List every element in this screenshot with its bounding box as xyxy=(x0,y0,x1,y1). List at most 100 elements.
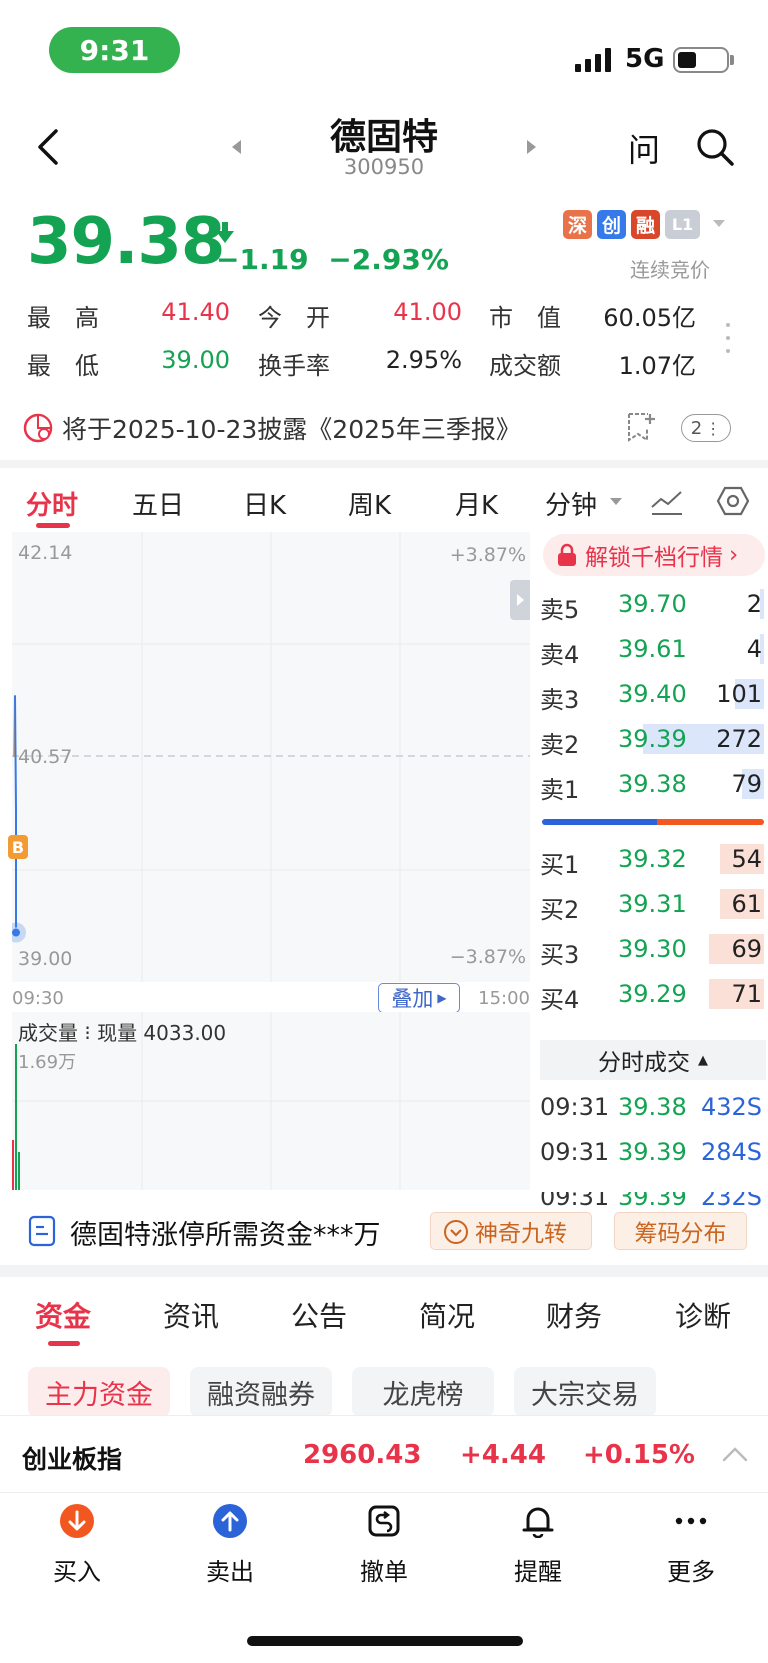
stock-name: 德固特 xyxy=(329,117,438,158)
more-button[interactable]: 更多 xyxy=(641,1500,741,1586)
stat-value: 1.07亿 xyxy=(618,352,696,380)
buy-level-row[interactable]: 买1 39.32 54 xyxy=(540,839,766,879)
more-vertical-icon[interactable] xyxy=(725,322,731,354)
chip-main-capital[interactable]: 主力资金 xyxy=(28,1367,170,1417)
tab-weekly-k[interactable]: 周K xyxy=(348,485,391,522)
back-arrow-icon[interactable] xyxy=(30,125,70,169)
y-tick-top: 42.14 xyxy=(18,542,73,564)
tab-daily-k[interactable]: 日K xyxy=(243,485,286,522)
x-tick-start: 09:30 xyxy=(12,988,64,1009)
alert-button[interactable]: 提醒 xyxy=(488,1500,588,1586)
overlay-button[interactable]: 叠加 ▶ xyxy=(378,983,460,1013)
divider xyxy=(0,1265,768,1277)
level-price: 39.32 xyxy=(618,845,687,873)
chip-dragon-tiger[interactable]: 龙虎榜 xyxy=(352,1367,494,1417)
tab-intraday[interactable]: 分时 xyxy=(26,485,78,522)
market-badges[interactable]: 深 创 融 L1 xyxy=(563,210,700,239)
cancel-order-button[interactable]: 撤单 xyxy=(334,1500,434,1586)
sell-level-row[interactable]: 卖1 39.38 79 xyxy=(540,764,766,804)
tab-monthly-k[interactable]: 月K xyxy=(455,485,498,522)
level-label: 买3 xyxy=(540,941,580,969)
stock-code: 300950 xyxy=(343,155,425,179)
stat-label: 最 高 xyxy=(27,304,99,332)
sell-button[interactable]: 卖出 xyxy=(180,1500,280,1586)
volume-title: 成交量 ⁝ 现量 4033.00 xyxy=(18,1021,227,1045)
chevron-down-icon[interactable] xyxy=(610,498,622,505)
tab-announcement[interactable]: 公告 xyxy=(291,1295,347,1335)
sell-level-row[interactable]: 卖3 39.40 101 xyxy=(540,674,766,714)
collapse-orderbook-button[interactable] xyxy=(510,580,530,620)
next-stock-icon[interactable] xyxy=(527,140,536,154)
document-icon xyxy=(28,1215,56,1247)
stat-high: 最 高 xyxy=(27,298,99,333)
stat-value: 2.95% xyxy=(385,346,462,374)
notice-count-value: 2 xyxy=(690,417,703,439)
buy-level-row[interactable]: 买4 39.29 71 xyxy=(540,974,766,1014)
sell-level-row[interactable]: 卖4 39.61 4 xyxy=(540,629,766,669)
stat-label: 换手率 xyxy=(258,352,330,380)
grid xyxy=(12,532,530,982)
tick-trade-row: 09:31 39.38 432S xyxy=(540,1093,766,1121)
buy-level-row[interactable]: 买3 39.30 69 xyxy=(540,929,766,969)
search-icon[interactable] xyxy=(695,127,735,167)
tick-volume: 284S xyxy=(700,1138,762,1166)
buy-level-row[interactable]: 买2 39.31 61 xyxy=(540,884,766,924)
buy-icon xyxy=(60,1504,94,1538)
current-price: 39.38 xyxy=(27,205,225,279)
alert-label: 提醒 xyxy=(514,1558,562,1586)
unlock-label: 解锁千档行情 xyxy=(585,545,723,571)
intraday-chart-plot xyxy=(12,532,530,982)
chip-block-trade[interactable]: 大宗交易 xyxy=(514,1367,656,1417)
ask-button[interactable]: 问 xyxy=(628,125,660,171)
orderbook-clip xyxy=(540,1024,768,1040)
bookmark-add-icon[interactable] xyxy=(624,410,658,444)
chevron-up-icon[interactable] xyxy=(722,1445,748,1463)
report-notice[interactable]: 将于2025-10-23披露《2025年三季报》 xyxy=(62,410,521,446)
price-line-segment xyxy=(14,695,17,811)
chevron-right-icon: › xyxy=(729,542,739,568)
sell-icon xyxy=(213,1504,247,1538)
level-label: 卖3 xyxy=(540,686,580,714)
more-vertical-icon: ⋮ xyxy=(705,418,722,438)
status-time: 9:31 xyxy=(49,27,180,73)
x-tick-end: 15:00 xyxy=(478,988,530,1009)
sell-level-row[interactable]: 卖5 39.70 2 xyxy=(540,584,766,624)
caret-up-icon: ▲ xyxy=(698,1052,708,1068)
tab-diagnosis[interactable]: 诊断 xyxy=(675,1295,731,1335)
tab-profile[interactable]: 简况 xyxy=(419,1295,475,1335)
chevron-down-icon[interactable] xyxy=(713,220,725,227)
tick-price: 39.38 xyxy=(618,1093,687,1121)
prev-stock-icon[interactable] xyxy=(232,140,241,154)
stat-value: 60.05亿 xyxy=(603,304,696,332)
ticks-clip xyxy=(540,1180,768,1192)
indicator-line-icon[interactable] xyxy=(650,487,684,517)
limit-up-capital[interactable]: 德固特涨停所需资金***万 xyxy=(70,1213,381,1252)
play-icon: ▶ xyxy=(437,991,447,1005)
settings-icon[interactable] xyxy=(716,485,750,517)
tab-minute[interactable]: 分钟 xyxy=(545,485,597,522)
tab-underline xyxy=(48,1341,80,1346)
tab-5day[interactable]: 五日 xyxy=(132,485,184,522)
sell-level-row[interactable]: 卖2 39.39 272 xyxy=(540,719,766,759)
level-price: 39.39 xyxy=(618,725,687,753)
tab-news[interactable]: 资讯 xyxy=(163,1295,219,1335)
tab-capital[interactable]: 资金 xyxy=(35,1295,91,1335)
volume-bar xyxy=(18,1152,20,1190)
stat-turnover: 换手率 xyxy=(258,346,330,381)
index-change-pct: +0.15% xyxy=(583,1440,695,1470)
index-name: 创业板指 xyxy=(22,1445,123,1474)
stat-value: 41.40 xyxy=(161,298,230,326)
level-qty: 2 xyxy=(746,590,762,618)
tick-price: 39.39 xyxy=(618,1138,687,1166)
tick-trades-header[interactable]: 分时成交 ▲ xyxy=(540,1040,766,1080)
buy-marker[interactable]: B xyxy=(8,835,28,859)
change-value: −1.19 xyxy=(216,243,309,276)
level-qty: 71 xyxy=(731,980,762,1008)
more-icon xyxy=(675,1517,707,1525)
tick-trade-row: 09:31 39.39 284S xyxy=(540,1138,766,1166)
notice-count[interactable]: 2 ⋮ xyxy=(681,414,731,442)
chip-margin[interactable]: 融资融券 xyxy=(190,1367,332,1417)
tab-financials[interactable]: 财务 xyxy=(546,1295,602,1335)
buy-button[interactable]: 买入 xyxy=(27,1500,127,1586)
chip-distribution-button[interactable]: 筹码分布 xyxy=(614,1212,747,1250)
